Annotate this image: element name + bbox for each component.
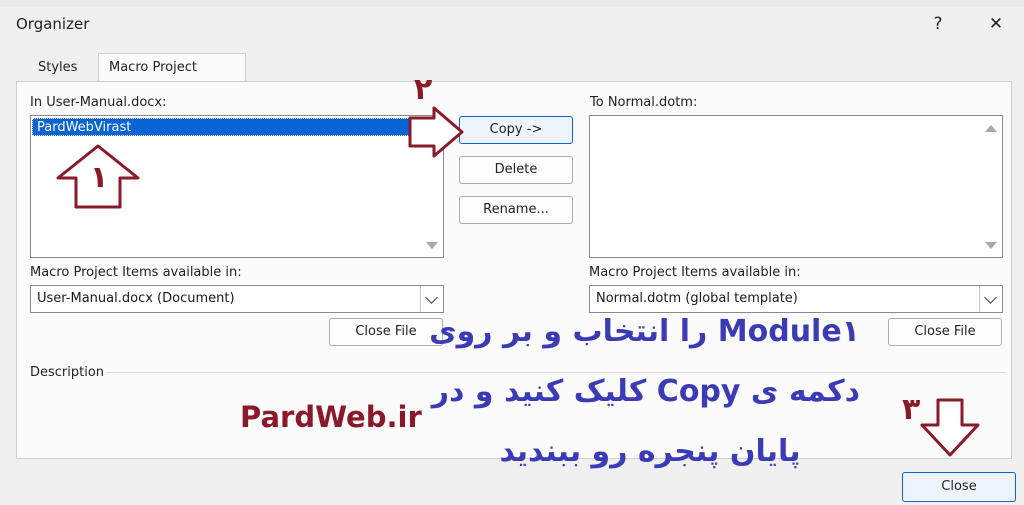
instruction-line-1: Module۱ را انتخاب و بر روی [429,314,860,349]
arrow-right-icon [408,106,464,158]
instruction-line-2: دکمه ی Copy کلیک کنید و در [431,374,860,409]
step-one-label: ۱ [90,160,109,195]
step-two-label: ۲ [414,72,433,107]
step-three-label: ۳ [902,392,921,427]
arrow-down-icon [920,398,980,457]
instruction-line-3: پایان پنجره رو ببندید [499,434,801,469]
annotation-overlay [56,106,980,457]
brand-watermark: PardWeb.ir [240,400,422,434]
